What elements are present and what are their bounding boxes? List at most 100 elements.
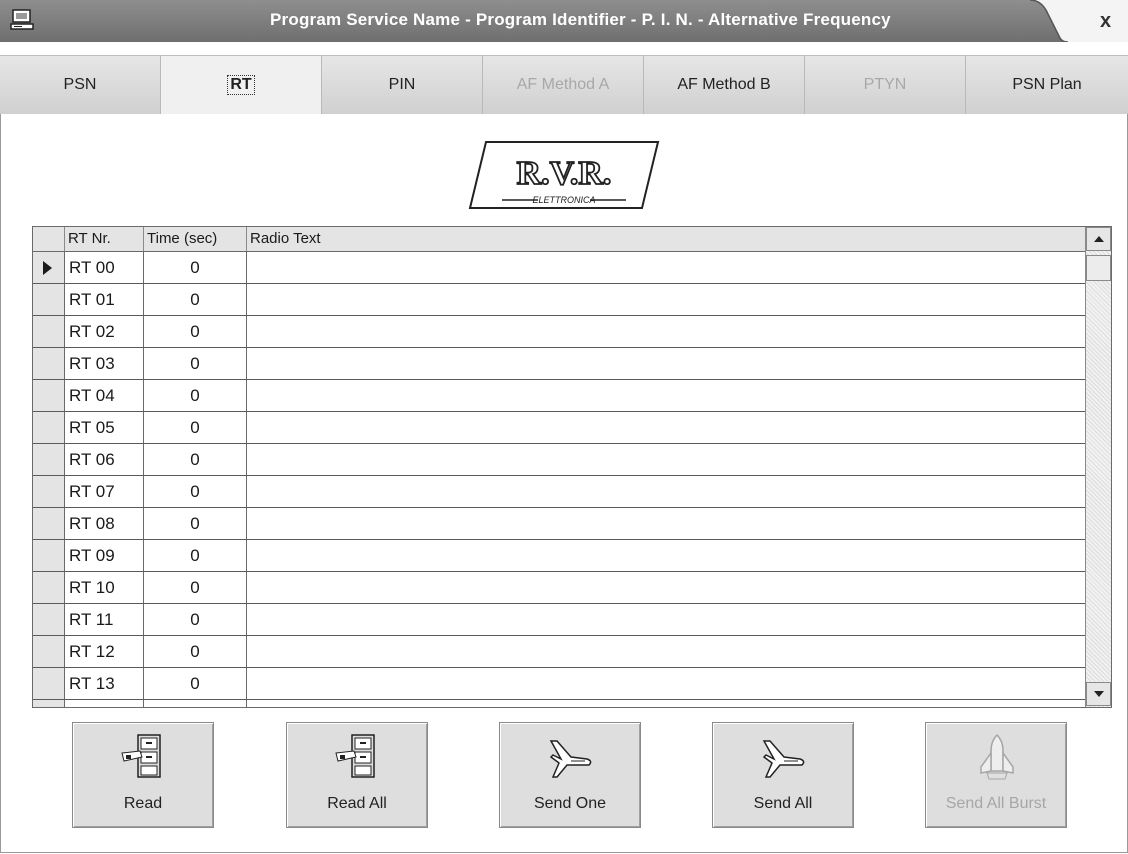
table-row[interactable]: RT 07 0 [33,476,1085,508]
time-cell[interactable]: 0 [144,668,247,699]
table-row[interactable]: RT 02 0 [33,316,1085,348]
row-indicator[interactable] [33,540,65,571]
time-cell[interactable]: 0 [144,636,247,667]
tab-af-method-b[interactable]: AF Method B [644,56,805,114]
radio-text-grid[interactable]: RT Nr. Time (sec) Radio Text RT 00 0 RT 01… [32,226,1112,708]
scroll-down-button[interactable] [1086,682,1111,706]
row-indicator[interactable] [33,508,65,539]
rt-number-cell[interactable]: RT 05 [65,412,144,443]
rt-number-cell[interactable]: RT 00 [65,252,144,283]
rt-number-cell[interactable]: RT 10 [65,572,144,603]
radio-text-cell[interactable] [247,252,1085,283]
table-row[interactable]: RT 01 0 [33,284,1085,316]
time-cell[interactable]: 0 [144,412,247,443]
radio-text-cell[interactable] [247,668,1085,699]
row-indicator[interactable] [33,572,65,603]
time-cell[interactable]: 0 [144,316,247,347]
radio-text-cell[interactable] [247,412,1085,443]
radio-text-cell[interactable] [247,572,1085,603]
radio-text-cell[interactable] [247,604,1085,635]
tab-af-method-a[interactable]: AF Method A [483,56,644,114]
computer-icon[interactable] [10,9,34,31]
close-button[interactable]: x [1100,9,1128,33]
radio-text-cell[interactable] [247,540,1085,571]
read-all-button[interactable]: Read All [286,722,428,828]
time-cell[interactable]: 0 [144,508,247,539]
table-row[interactable]: RT 03 0 [33,348,1085,380]
row-indicator[interactable] [33,348,65,379]
row-indicator[interactable] [33,252,65,283]
time-cell[interactable]: 0 [144,700,247,707]
time-cell[interactable]: 0 [144,444,247,475]
time-cell[interactable]: 0 [144,540,247,571]
radio-text-cell[interactable] [247,348,1085,379]
rt-number-cell[interactable]: RT 08 [65,508,144,539]
rt-number-cell[interactable]: RT 02 [65,316,144,347]
row-indicator[interactable] [33,700,65,707]
radio-text-cell[interactable] [247,316,1085,347]
row-indicator[interactable] [33,444,65,475]
radio-text-cell[interactable] [247,380,1085,411]
table-row[interactable]: RT 140 [33,700,1085,707]
tab-bar: PSN RT PIN AF Method A AF Method B PTYN … [0,55,1128,115]
row-indicator[interactable] [33,636,65,667]
row-indicator[interactable] [33,476,65,507]
table-row[interactable]: RT 04 0 [33,380,1085,412]
table-row[interactable]: RT 05 0 [33,412,1085,444]
table-row[interactable]: RT 09 0 [33,540,1085,572]
radio-text-cell[interactable] [247,636,1085,667]
time-cell[interactable]: 0 [144,380,247,411]
tab-rt[interactable]: RT [161,56,322,114]
rt-number-cell[interactable]: RT 06 [65,444,144,475]
radio-text-cell[interactable] [247,476,1085,507]
scroll-up-button[interactable] [1086,227,1111,251]
table-row[interactable]: RT 10 0 [33,572,1085,604]
radio-text-cell[interactable] [247,284,1085,315]
row-indicator[interactable] [33,412,65,443]
arrow-down-icon [1093,691,1104,697]
row-indicator[interactable] [33,316,65,347]
header-time[interactable]: Time (sec) [144,227,247,251]
send-all-button[interactable]: Send All [712,722,854,828]
time-cell[interactable]: 0 [144,252,247,283]
rt-number-cell[interactable]: RT 04 [65,380,144,411]
row-indicator[interactable] [33,380,65,411]
rt-number-cell[interactable]: RT 01 [65,284,144,315]
time-cell[interactable]: 0 [144,572,247,603]
tab-psn-plan[interactable]: PSN Plan [966,56,1128,114]
row-indicator[interactable] [33,604,65,635]
rt-number-cell[interactable]: RT 11 [65,604,144,635]
time-cell[interactable]: 0 [144,476,247,507]
row-indicator[interactable] [33,284,65,315]
time-cell[interactable]: 0 [144,604,247,635]
rt-number-cell[interactable]: RT 09 [65,540,144,571]
arrow-up-icon [1093,236,1104,242]
radio-text-cell[interactable] [247,444,1085,475]
vertical-scrollbar[interactable] [1085,227,1111,707]
tab-pin[interactable]: PIN [322,56,483,114]
tab-psn[interactable]: PSN [0,56,161,114]
rt-number-cell[interactable]: RT 14 [65,700,144,707]
table-row[interactable]: RT 12 0 [33,636,1085,668]
send-all-burst-button[interactable]: Send All Burst [925,722,1067,828]
table-row[interactable]: RT 06 0 [33,444,1085,476]
table-row[interactable]: RT 00 0 [33,252,1085,284]
radio-text-cell[interactable] [247,508,1085,539]
table-row[interactable]: RT 11 0 [33,604,1085,636]
time-cell[interactable]: 0 [144,348,247,379]
row-indicator[interactable] [33,668,65,699]
tab-ptyn[interactable]: PTYN [805,56,966,114]
rt-number-cell[interactable]: RT 13 [65,668,144,699]
read-button[interactable]: Read [72,722,214,828]
time-cell[interactable]: 0 [144,284,247,315]
header-rt-nr[interactable]: RT Nr. [65,227,144,251]
scroll-thumb[interactable] [1086,255,1111,281]
header-radio-text[interactable]: Radio Text [247,227,1085,251]
rt-number-cell[interactable]: RT 07 [65,476,144,507]
send-one-button[interactable]: Send One [499,722,641,828]
radio-text-cell[interactable] [247,700,1085,707]
table-row[interactable]: RT 13 0 [33,668,1085,700]
rt-number-cell[interactable]: RT 12 [65,636,144,667]
rt-number-cell[interactable]: RT 03 [65,348,144,379]
table-row[interactable]: RT 08 0 [33,508,1085,540]
